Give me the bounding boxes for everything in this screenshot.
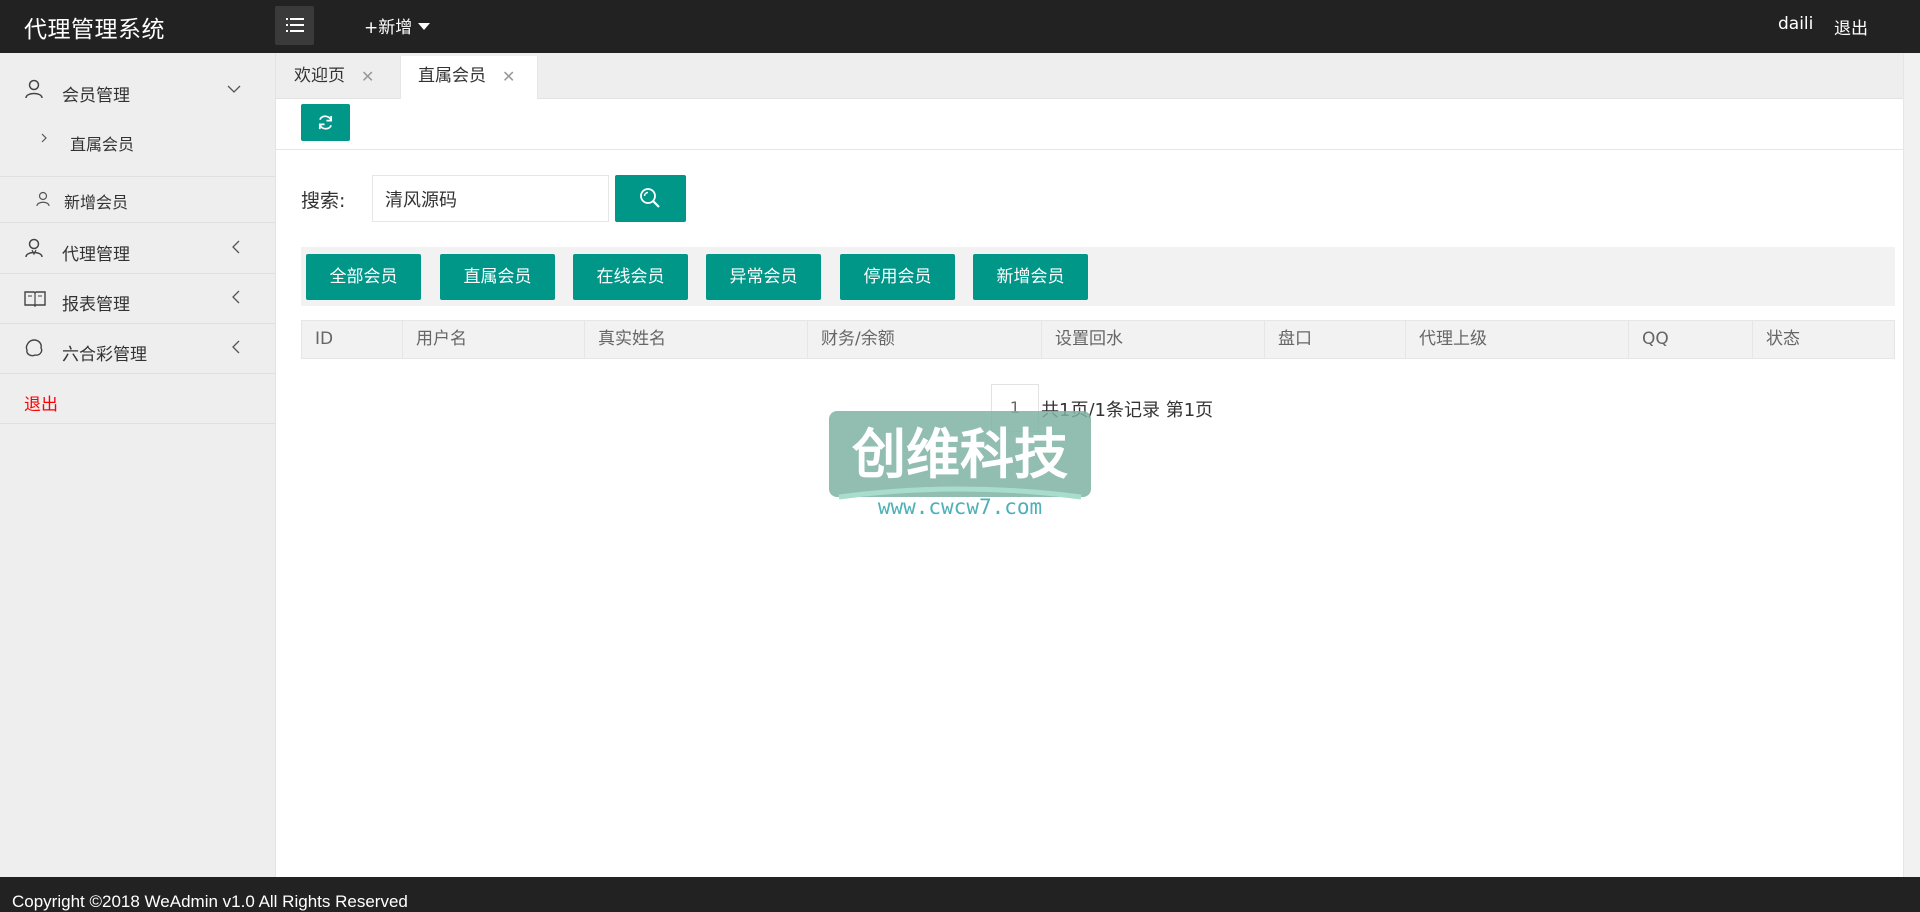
tab-label: 直属会员 — [418, 66, 486, 86]
sidebar-item-direct-member[interactable]: 直属会员 — [0, 127, 275, 157]
close-icon[interactable]: ✕ — [361, 56, 374, 97]
filter-all-members-button[interactable]: 全部会员 — [306, 254, 421, 300]
caret-down-icon — [418, 23, 431, 30]
table-header-status: 状态 — [1766, 329, 1800, 349]
sidebar-logout-label: 退出 — [24, 395, 58, 415]
add-new-dropdown[interactable]: +新增 — [364, 13, 431, 38]
table-header-agent-parent: 代理上级 — [1406, 321, 1629, 358]
table-header-balance: 财务/余额 — [808, 321, 1042, 358]
app-logo: 代理管理系统 — [24, 17, 165, 43]
refresh-button[interactable] — [301, 104, 350, 141]
table-header-rebate: 设置回水 — [1042, 321, 1265, 358]
search-icon — [640, 188, 660, 208]
search-label: 搜索: — [301, 190, 346, 212]
lottery-icon — [24, 338, 44, 363]
vertical-scrollbar[interactable] — [1903, 53, 1920, 877]
sidebar-group-report[interactable]: 报表管理 — [0, 274, 275, 324]
tab-welcome[interactable]: 欢迎页 ✕ — [276, 56, 399, 99]
close-icon[interactable]: ✕ — [502, 56, 515, 97]
add-new-label: +新增 — [364, 18, 413, 38]
sidebar-item-label: 直属会员 — [70, 135, 135, 154]
user-icon — [36, 191, 50, 211]
sidebar-group-label: 报表管理 — [62, 295, 130, 315]
filter-bar: 全部会员 直属会员 在线会员 异常会员 停用会员 新增会员 — [301, 247, 1895, 306]
sidebar-group-label: 代理管理 — [62, 245, 130, 265]
content-divider — [276, 149, 1903, 150]
search-input[interactable] — [372, 175, 609, 222]
chevron-right-icon — [40, 130, 48, 149]
sidebar-group-label: 六合彩管理 — [62, 345, 147, 365]
filter-direct-members-button[interactable]: 直属会员 — [440, 254, 555, 300]
filter-abnormal-members-button[interactable]: 异常会员 — [706, 254, 821, 300]
chevron-left-icon — [231, 339, 241, 359]
copyright-text: Copyright ©2018 WeAdmin v1.0 All Rights … — [12, 892, 408, 911]
watermark-text: 创维科技 — [852, 423, 1068, 486]
table-header-username: 用户名 — [403, 321, 585, 358]
sidebar-item-label: 新增会员 — [64, 193, 129, 212]
search-button[interactable] — [615, 175, 686, 222]
tab-bar: 欢迎页 ✕ 直属会员 ✕ — [276, 53, 1920, 99]
sidebar-logout[interactable]: 退出 — [0, 374, 275, 424]
menu-toggle-button[interactable] — [275, 6, 314, 45]
filter-disabled-members-button[interactable]: 停用会员 — [840, 254, 955, 300]
chevron-left-icon — [231, 239, 241, 259]
refresh-icon — [318, 115, 333, 130]
chevron-left-icon — [231, 289, 241, 309]
footer: Copyright ©2018 WeAdmin v1.0 All Rights … — [0, 877, 1920, 912]
user-icon — [24, 79, 44, 104]
book-icon — [24, 289, 46, 312]
table-header-qq: QQ — [1629, 321, 1753, 358]
filter-new-members-button[interactable]: 新增会员 — [973, 254, 1088, 300]
username-link[interactable]: daili — [1778, 14, 1813, 34]
agent-icon — [24, 238, 44, 263]
chevron-down-icon — [227, 79, 241, 99]
member-table: ID 用户名 真实姓名 财务/余额 设置回水 盘口 代理上级 QQ 状态 — [301, 320, 1895, 359]
sidebar: 会员管理 直属会员 新增会员 代理管理 报表管理 六合彩管理 退出 — [0, 53, 276, 877]
sidebar-item-add-member[interactable]: 新增会员 — [0, 177, 275, 223]
top-header: 代理管理系统 +新增 daili 退出 — [0, 0, 1920, 53]
menu-icon — [286, 18, 304, 32]
tab-direct-member[interactable]: 直属会员 ✕ — [400, 56, 538, 99]
watermark-url: www.cwcw7.com — [878, 495, 1042, 519]
sidebar-group-label: 会员管理 — [62, 86, 130, 106]
filter-online-members-button[interactable]: 在线会员 — [573, 254, 688, 300]
table-header-id: ID — [302, 321, 403, 358]
sidebar-group-lottery[interactable]: 六合彩管理 — [0, 324, 275, 374]
tab-label: 欢迎页 — [294, 66, 345, 86]
watermark-logo: 创维科技 www.cwcw7.com — [829, 411, 1091, 519]
header-logout-link[interactable]: 退出 — [1834, 14, 1868, 39]
table-header-realname: 真实姓名 — [585, 321, 808, 358]
sidebar-group-agent[interactable]: 代理管理 — [0, 224, 275, 274]
sidebar-group-member[interactable]: 会员管理 — [0, 53, 275, 177]
table-header-market: 盘口 — [1265, 321, 1406, 358]
